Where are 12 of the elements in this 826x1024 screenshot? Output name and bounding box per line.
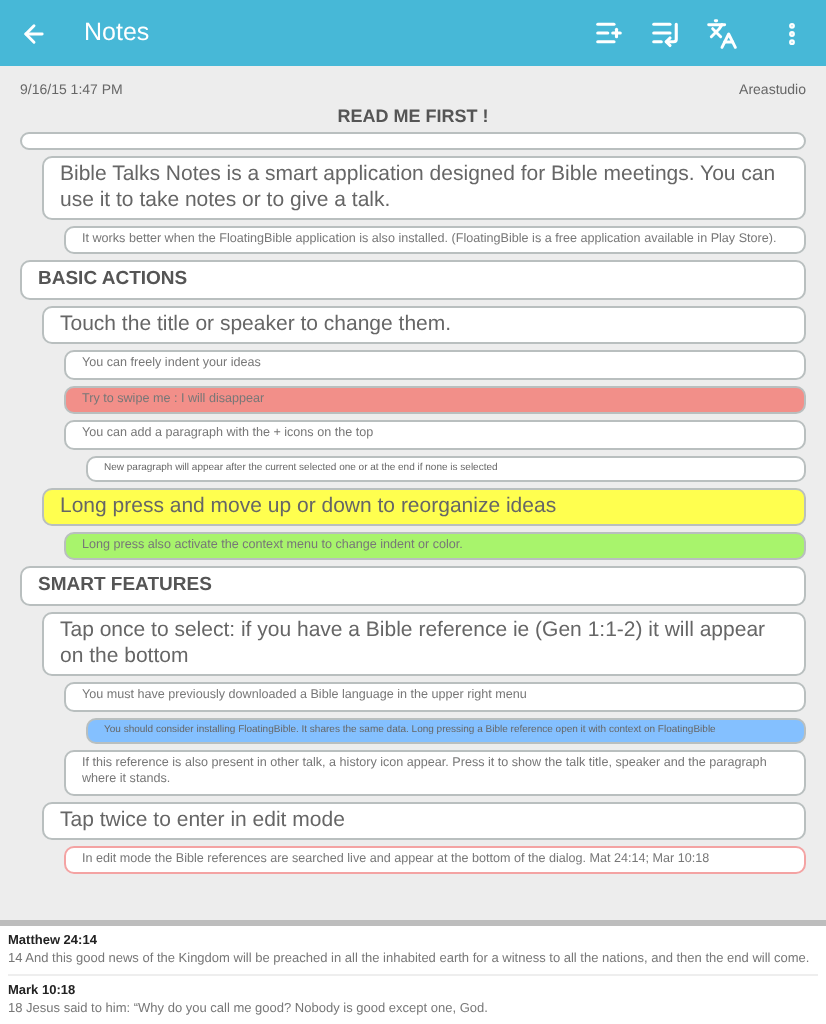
add-paragraph-icon[interactable] xyxy=(594,18,624,48)
section-heading[interactable]: BASIC ACTIONS xyxy=(20,260,806,300)
section-heading[interactable]: SMART FEATURES xyxy=(20,566,806,606)
note-paragraph[interactable]: Tap once to select: if you have a Bible reference ie (Gen 1:1-2) it will appear on the bottom xyxy=(42,612,806,676)
note-paragraph[interactable]: Bible Talks Notes is a smart application designed for Bible meetings. You can use it to take notes or to give a talk. xyxy=(42,155,806,219)
app-title: Notes xyxy=(84,16,150,51)
note-paragraph[interactable]: Tap twice to enter in edit mode xyxy=(42,801,806,839)
translate-icon[interactable] xyxy=(706,17,738,49)
note-paragraph[interactable]: Long press and move up or down to reorganize ideas xyxy=(42,487,806,525)
add-paragraph-after-icon[interactable] xyxy=(650,18,680,48)
note-paragraph[interactable]: Touch the title or speaker to change them. xyxy=(42,306,806,344)
talk-title[interactable]: READ ME FIRST ! xyxy=(0,103,826,129)
